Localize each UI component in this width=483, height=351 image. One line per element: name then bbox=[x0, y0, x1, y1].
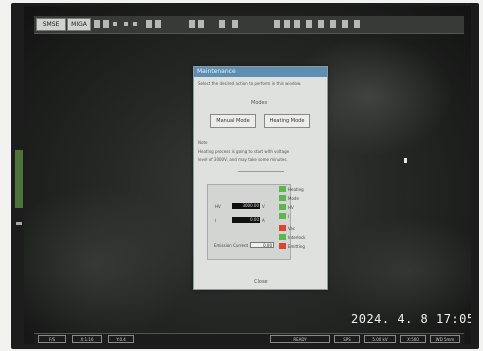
grid-icon[interactable] bbox=[94, 20, 100, 28]
toolbar-button-smse[interactable]: SMSE bbox=[36, 18, 66, 31]
panel-icon[interactable] bbox=[274, 20, 280, 28]
timestamp-date: 2024. 4. 8 bbox=[351, 312, 429, 326]
pointer-icon[interactable] bbox=[155, 20, 161, 28]
toolbar-button-miga[interactable]: MIGA bbox=[67, 18, 91, 31]
top-toolbar: SMSE MIGA bbox=[34, 16, 464, 34]
screen-glare bbox=[324, 216, 471, 326]
indicator-label: HV bbox=[288, 205, 294, 210]
status-item: SPS bbox=[334, 335, 360, 343]
readout-value-hv: 3000.00 bbox=[232, 203, 260, 209]
readout-value-i: 0.00 bbox=[232, 217, 260, 223]
layers-icon[interactable] bbox=[219, 20, 225, 28]
indicator-heating bbox=[279, 186, 286, 192]
readout-value-emission: 0.00 bbox=[250, 242, 274, 248]
notes-label: Note bbox=[198, 140, 208, 145]
maintenance-dialog: Maintenance Select the desired action to… bbox=[193, 66, 328, 290]
export-icon[interactable] bbox=[146, 20, 152, 28]
camera-timestamp: 2024. 4. 8 17:05 bbox=[351, 312, 471, 326]
indicator-interlock bbox=[279, 234, 286, 240]
heating-mode-button[interactable]: Heating Mode bbox=[264, 114, 310, 128]
panel-icon[interactable] bbox=[284, 20, 290, 28]
status-item: WD 5mm bbox=[430, 335, 460, 343]
indicator-label: Heating bbox=[288, 187, 304, 192]
indicator-mode bbox=[279, 195, 286, 201]
indicator-emitting bbox=[279, 243, 286, 249]
close-button[interactable]: Close bbox=[254, 279, 268, 285]
window-icon[interactable] bbox=[354, 20, 360, 28]
status-item: 5.00 kV bbox=[364, 335, 396, 343]
mouse-cursor bbox=[404, 158, 407, 163]
status-item[interactable]: Y:0.4 bbox=[108, 335, 134, 343]
status-item[interactable]: F/S bbox=[38, 335, 66, 343]
readout-label-i: I bbox=[215, 218, 217, 223]
indicator-label: Emitting bbox=[288, 244, 305, 249]
indicator-label: I bbox=[288, 214, 290, 219]
readout-unit-i: A bbox=[262, 218, 265, 223]
notes-line: Heating process is going to start with v… bbox=[198, 149, 290, 154]
panel-icon[interactable] bbox=[294, 20, 300, 28]
table-icon[interactable] bbox=[232, 20, 238, 28]
screen-glare bbox=[24, 186, 194, 344]
indicator-label: Interlock bbox=[288, 235, 306, 240]
window-icon[interactable] bbox=[306, 20, 312, 28]
indicator-i bbox=[279, 213, 286, 219]
readout-label-hv: HV bbox=[215, 204, 221, 209]
indicator-hv bbox=[279, 204, 286, 210]
dialog-title[interactable]: Maintenance bbox=[194, 67, 327, 77]
dialog-intro-text: Select the desired action to perform in … bbox=[198, 81, 302, 86]
monitor-screen: SMSE MIGA Maintenance Select the desired… bbox=[24, 6, 471, 344]
indicator-vac bbox=[279, 225, 286, 231]
bezel-green-label bbox=[15, 150, 23, 208]
notes-line: level of 3000V, and may take some minute… bbox=[198, 157, 288, 162]
indicator-label: Vac bbox=[288, 226, 296, 231]
bottom-statusbar: F/S X:1.16 Y:0.4 READY SPS 5.00 kV X:500… bbox=[34, 333, 464, 344]
crosshair-icon[interactable] bbox=[124, 22, 128, 26]
settings-icon[interactable] bbox=[133, 22, 137, 26]
status-item: READY bbox=[270, 335, 330, 343]
readout-label-emission: Emission Current bbox=[214, 243, 249, 248]
modes-label: Modes bbox=[251, 100, 268, 106]
status-item: X:500 bbox=[400, 335, 426, 343]
window-icon[interactable] bbox=[330, 20, 336, 28]
window-icon[interactable] bbox=[318, 20, 324, 28]
zoom-icon[interactable] bbox=[113, 22, 117, 26]
divider bbox=[238, 171, 284, 172]
window-icon[interactable] bbox=[342, 20, 348, 28]
list-icon[interactable] bbox=[103, 20, 109, 28]
photo-background: SMSE MIGA Maintenance Select the desired… bbox=[0, 0, 483, 351]
timestamp-time: 17:05 bbox=[435, 312, 471, 326]
bezel-mark bbox=[16, 222, 22, 225]
ruler-icon[interactable] bbox=[189, 20, 195, 28]
readout-unit-hv: V bbox=[262, 204, 265, 209]
measure-icon[interactable] bbox=[198, 20, 204, 28]
manual-mode-button[interactable]: Manual Mode bbox=[210, 114, 256, 128]
indicator-label: Mode bbox=[288, 196, 299, 201]
status-item[interactable]: X:1.16 bbox=[72, 335, 102, 343]
